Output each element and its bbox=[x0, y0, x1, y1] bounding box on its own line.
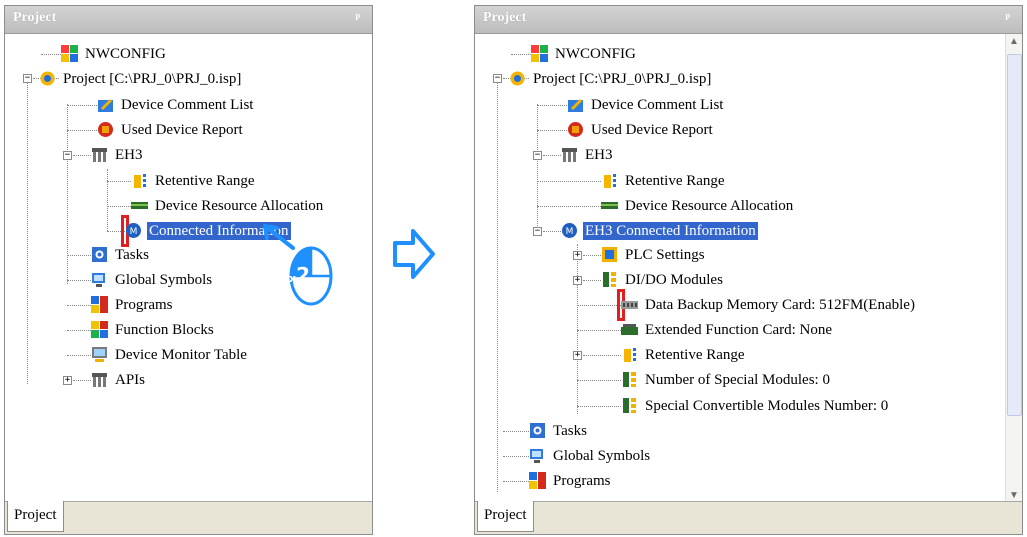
project-tree: − − + NWCONFIG Project [C:\PRJ_0\PRJ_0.i… bbox=[5, 34, 372, 492]
special-modules-icon bbox=[623, 372, 636, 387]
tree-item-label: NWCONFIG bbox=[555, 46, 636, 62]
project-icon bbox=[510, 71, 525, 86]
panel-title: Project bbox=[483, 10, 527, 25]
retentive-range-icon bbox=[134, 174, 146, 188]
panel-tabbar: Project bbox=[475, 501, 1022, 534]
tree-item-label: APIs bbox=[115, 372, 146, 388]
tree-item-label: Device Resource Allocation bbox=[625, 198, 794, 214]
tree-item-label: Retentive Range bbox=[155, 173, 255, 189]
apis-icon bbox=[92, 373, 107, 387]
nwconfig-icon bbox=[531, 45, 548, 62]
tree-item-label: Tasks bbox=[115, 247, 149, 263]
plc-icon bbox=[92, 148, 107, 162]
svg-text:M: M bbox=[566, 227, 574, 237]
panel-titlebar[interactable]: Project ᵖ bbox=[5, 6, 372, 34]
tree-item-label: Project [C:\PRJ_0\PRJ_0.isp] bbox=[533, 71, 712, 87]
function-card-icon bbox=[621, 324, 638, 335]
tree-item-label: Global Symbols bbox=[115, 272, 213, 288]
resource-allocation-icon bbox=[601, 202, 618, 209]
tree-item-label: Function Blocks bbox=[115, 322, 214, 338]
panel-titlebar[interactable]: Project ᵖ bbox=[475, 6, 1022, 34]
tree-item-label: Used Device Report bbox=[121, 122, 243, 138]
expand-toggle[interactable]: + bbox=[63, 376, 72, 385]
tree-item-label: PLC Settings bbox=[625, 247, 705, 263]
tree-item-label: Device Resource Allocation bbox=[155, 198, 324, 214]
connected-info-icon: M bbox=[126, 223, 141, 238]
plc-settings-icon bbox=[602, 247, 617, 262]
pin-icon[interactable]: ᵖ bbox=[355, 11, 360, 27]
nwconfig-icon bbox=[61, 45, 78, 62]
scrollbar-thumb[interactable] bbox=[1007, 54, 1022, 416]
device-report-icon bbox=[98, 122, 113, 137]
tree-item-label: Device Monitor Table bbox=[115, 347, 247, 363]
collapse-toggle[interactable]: − bbox=[23, 74, 32, 83]
tab-project[interactable]: Project bbox=[477, 501, 534, 532]
collapse-toggle[interactable]: − bbox=[533, 151, 542, 160]
tab-project[interactable]: Project bbox=[7, 501, 64, 532]
memory-card-icon bbox=[621, 301, 638, 309]
tree-item-label: Retentive Range bbox=[625, 173, 725, 189]
collapse-toggle[interactable]: − bbox=[533, 227, 542, 236]
plc-icon bbox=[562, 148, 577, 162]
programs-icon bbox=[91, 296, 108, 313]
retentive-range-icon bbox=[624, 348, 636, 362]
svg-text:M: M bbox=[130, 227, 138, 237]
expand-toggle[interactable]: + bbox=[573, 276, 582, 285]
expand-toggle[interactable]: + bbox=[573, 251, 582, 260]
comment-list-icon bbox=[568, 99, 583, 112]
project-panel-right: Project ᵖ − − − + + + NWCONFIG Project [… bbox=[474, 5, 1023, 535]
programs-icon bbox=[529, 472, 546, 489]
tree-item-label: Used Device Report bbox=[591, 122, 713, 138]
panel-tabbar: Project bbox=[5, 501, 372, 534]
tree-item-label: DI/DO Modules bbox=[625, 272, 723, 288]
dido-modules-icon bbox=[603, 272, 616, 287]
vertical-scrollbar[interactable]: ▲ ▼ bbox=[1005, 34, 1022, 504]
double-click-count: x2 bbox=[289, 263, 311, 287]
pin-icon[interactable]: ᵖ bbox=[1005, 11, 1010, 27]
project-icon bbox=[40, 71, 55, 86]
global-symbols-icon bbox=[92, 273, 105, 287]
tree-item-label: Data Backup Memory Card: 512FM(Enable) bbox=[645, 297, 915, 313]
scroll-up-icon[interactable]: ▲ bbox=[1006, 34, 1022, 50]
tree-item-label: EH3 bbox=[585, 147, 613, 163]
collapse-toggle[interactable]: − bbox=[493, 74, 502, 83]
device-report-icon bbox=[568, 122, 583, 137]
collapse-toggle[interactable]: − bbox=[63, 151, 72, 160]
retentive-range-icon bbox=[604, 174, 616, 188]
tree-item-label: Extended Function Card: None bbox=[645, 322, 833, 338]
monitor-table-icon bbox=[92, 347, 107, 362]
tasks-icon bbox=[92, 247, 107, 262]
tree-item-label: Programs bbox=[115, 297, 173, 313]
convertible-modules-icon bbox=[623, 398, 636, 413]
tree-item-label: Device Comment List bbox=[121, 97, 254, 113]
function-blocks-icon bbox=[91, 321, 108, 338]
tree-item-label: Programs bbox=[553, 473, 611, 489]
tree-item-label: Project [C:\PRJ_0\PRJ_0.isp] bbox=[63, 71, 242, 87]
comment-list-icon bbox=[98, 99, 113, 112]
tree-item-label: Global Symbols bbox=[553, 448, 651, 464]
project-panel-left: Project ᵖ − − + NWCONFIG Project [C:\PRJ… bbox=[4, 5, 373, 535]
tree-item-label: Retentive Range bbox=[645, 347, 745, 363]
tree-item-label: EH3 bbox=[115, 147, 143, 163]
tasks-icon bbox=[530, 423, 545, 438]
tree-item-label: Number of Special Modules: 0 bbox=[645, 372, 830, 388]
connected-info-icon: M bbox=[562, 223, 577, 238]
global-symbols-icon bbox=[530, 449, 543, 463]
tree-item-label: Tasks bbox=[553, 423, 587, 439]
arrow-right-icon bbox=[393, 229, 435, 279]
project-tree: − − − + + + NWCONFIG Project [C:\PRJ_0\P… bbox=[475, 34, 1005, 492]
tree-item-label: Device Comment List bbox=[591, 97, 724, 113]
tree-item-label: NWCONFIG bbox=[85, 46, 166, 62]
panel-title: Project bbox=[13, 10, 57, 25]
tree-item-label: Special Convertible Modules Number: 0 bbox=[645, 398, 889, 414]
expand-toggle[interactable]: + bbox=[573, 351, 582, 360]
tree-item-label: EH3 Connected Information bbox=[583, 222, 758, 240]
resource-allocation-icon bbox=[131, 202, 148, 209]
